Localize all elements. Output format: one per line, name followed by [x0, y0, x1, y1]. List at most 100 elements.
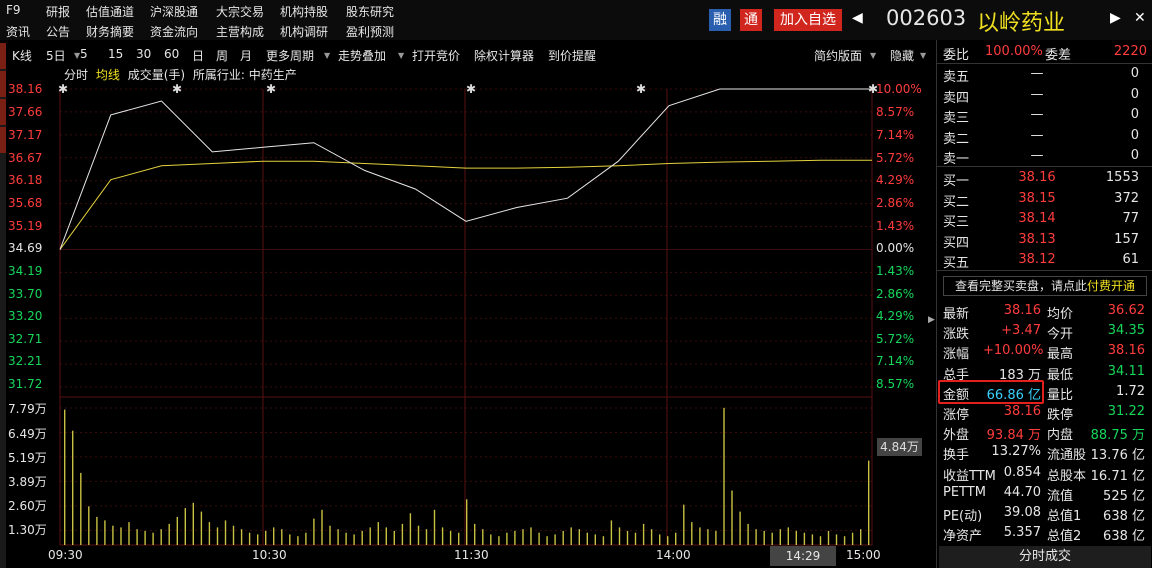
tick-trade-tab[interactable]: 分时成交 — [939, 546, 1151, 568]
menu-fundflow[interactable]: 资金流向 — [150, 23, 198, 40]
volume-bar — [771, 532, 773, 545]
rong-badge[interactable]: 融 — [709, 9, 731, 31]
quote-value: 5.357 — [1003, 525, 1041, 541]
bid-row[interactable]: 买四 38.13 157 — [937, 230, 1152, 251]
menu-finance[interactable]: 财务摘要 — [86, 23, 134, 40]
ask-row[interactable]: 卖三 — 0 — [937, 105, 1152, 126]
volume-bar — [610, 520, 613, 545]
level-volume: 372 — [1114, 190, 1139, 206]
volume-bar — [64, 409, 66, 545]
quote-row: 收益TTM 0.854 总股本 16.71 亿 — [937, 463, 1152, 484]
collapse-panel-icon[interactable]: ▶ — [928, 315, 935, 325]
menu-connect[interactable]: 沪深股通 — [150, 3, 198, 20]
bid-row[interactable]: 买三 38.14 77 — [937, 209, 1152, 230]
ask-row[interactable]: 卖四 — 0 — [937, 85, 1152, 106]
volume-bar — [667, 536, 669, 545]
ask-row[interactable]: 卖五 — 0 — [937, 64, 1152, 85]
volume-bar — [192, 502, 194, 545]
level-label: 买三 — [943, 215, 970, 230]
volume-bar — [675, 532, 677, 545]
vol-tick: 6.49万 — [8, 427, 47, 441]
time-tick: 11:30 — [454, 548, 489, 562]
event-marker-icon: ✱ — [466, 82, 476, 96]
quote-value: 34.11 — [1107, 363, 1145, 379]
vol-tick: 1.30万 — [8, 523, 47, 537]
tong-badge[interactable]: 通 — [740, 9, 762, 31]
menu-business[interactable]: 主营构成 — [216, 23, 264, 40]
volume-bar — [257, 534, 259, 545]
level-volume: 0 — [1130, 66, 1139, 81]
quote-value: 36.62 — [1107, 303, 1145, 318]
quote-value: 38.16 — [1003, 404, 1041, 419]
vol-tick: 5.19万 — [8, 451, 47, 465]
level-volume: 0 — [1130, 107, 1139, 122]
menu-block-trade[interactable]: 大宗交易 — [216, 3, 264, 20]
quote-label: 最新 — [943, 307, 970, 322]
level-volume: 157 — [1114, 231, 1139, 247]
quote-row: 涨幅 +10.00% 最高 38.16 — [937, 341, 1152, 363]
bid-row[interactable]: 买五 38.12 61 — [937, 250, 1152, 271]
volume-bar — [240, 529, 243, 545]
volume-bar — [112, 525, 114, 545]
volume-bar — [128, 522, 130, 545]
quote-label: 最高 — [1047, 347, 1074, 363]
volume-bar — [650, 529, 653, 545]
menu-inst-holding[interactable]: 机构持股 — [280, 3, 328, 20]
chart-canvas[interactable]: ✱ ✱ ✱ ✱ ✱ ✱ — [0, 40, 936, 568]
level-label: 卖一 — [943, 152, 970, 167]
quote-value: 34.35 — [1107, 323, 1145, 339]
volume-bar — [634, 532, 637, 545]
next-stock-icon[interactable]: ▶ — [1110, 10, 1121, 26]
menu-survey[interactable]: 机构调研 — [280, 23, 328, 40]
volume-bar — [168, 523, 170, 545]
quote-row: 换手 13.27% 流通股 13.76 亿 — [937, 442, 1152, 463]
quote-label: 今开 — [1047, 327, 1074, 343]
volume-bar — [715, 530, 717, 545]
volume-bar — [224, 520, 227, 545]
level-volume: 0 — [1130, 86, 1139, 102]
menu-valuation[interactable]: 估值通道 — [86, 3, 134, 20]
add-watchlist-button[interactable]: 加入自选 — [774, 9, 842, 31]
ask-row[interactable]: 卖二 — 0 — [937, 126, 1152, 147]
menu-announce[interactable]: 公告 — [46, 23, 70, 40]
quote-value: 525 亿 — [1103, 488, 1145, 504]
quote-row: 净资产 5.357 总值2 638 亿 — [937, 523, 1152, 544]
bid-row[interactable]: 买一 38.16 1553 — [937, 168, 1152, 189]
vol-tick: 3.89万 — [8, 475, 47, 489]
volume-bar — [642, 523, 645, 545]
volume-bar — [289, 534, 291, 545]
price-tick: 34.19 — [8, 264, 43, 278]
bid-row[interactable]: 买二 38.15 372 — [937, 189, 1152, 210]
promo-link[interactable]: 付费开通 — [1087, 279, 1135, 293]
level-price: — — [1030, 107, 1044, 122]
event-marker-icon: ✱ — [58, 82, 68, 96]
price-tick: 32.21 — [8, 354, 43, 368]
pct-tick: 4.29% — [876, 309, 915, 323]
menu-shareholder[interactable]: 股东研究 — [346, 3, 394, 20]
price-tick: 37.17 — [8, 128, 43, 142]
volume-bar — [562, 530, 564, 545]
promo-bar[interactable]: 查看完整买卖盘，请点此付费开通 — [943, 276, 1147, 296]
volume-bar — [160, 529, 162, 545]
volume-bar — [80, 472, 82, 545]
volume-bar — [843, 536, 846, 545]
pct-tick: 2.86% — [876, 287, 915, 301]
volume-bar — [458, 532, 460, 545]
volume-bar — [763, 530, 765, 545]
vol-tick: 7.79万 — [8, 402, 47, 416]
close-icon[interactable]: ✕ — [1134, 10, 1146, 26]
volume-bar — [851, 532, 854, 545]
quote-value: 638 亿 — [1103, 509, 1145, 524]
price-tick: 36.18 — [8, 173, 43, 187]
volume-bar — [570, 527, 572, 545]
quote-label: 外盘 — [943, 428, 970, 444]
menu-news[interactable]: 资讯 — [6, 23, 30, 40]
prev-stock-icon[interactable]: ◀ — [852, 10, 863, 26]
menu-research[interactable]: 研报 — [46, 3, 70, 20]
ask-row[interactable]: 卖一 — 0 — [937, 146, 1152, 167]
weicha-label: 委差 — [1045, 48, 1072, 63]
menu-f9[interactable]: F9 — [6, 3, 21, 17]
menu-forecast[interactable]: 盈利预测 — [346, 23, 394, 40]
level-price: — — [1030, 86, 1044, 102]
level-label: 买二 — [943, 194, 970, 210]
